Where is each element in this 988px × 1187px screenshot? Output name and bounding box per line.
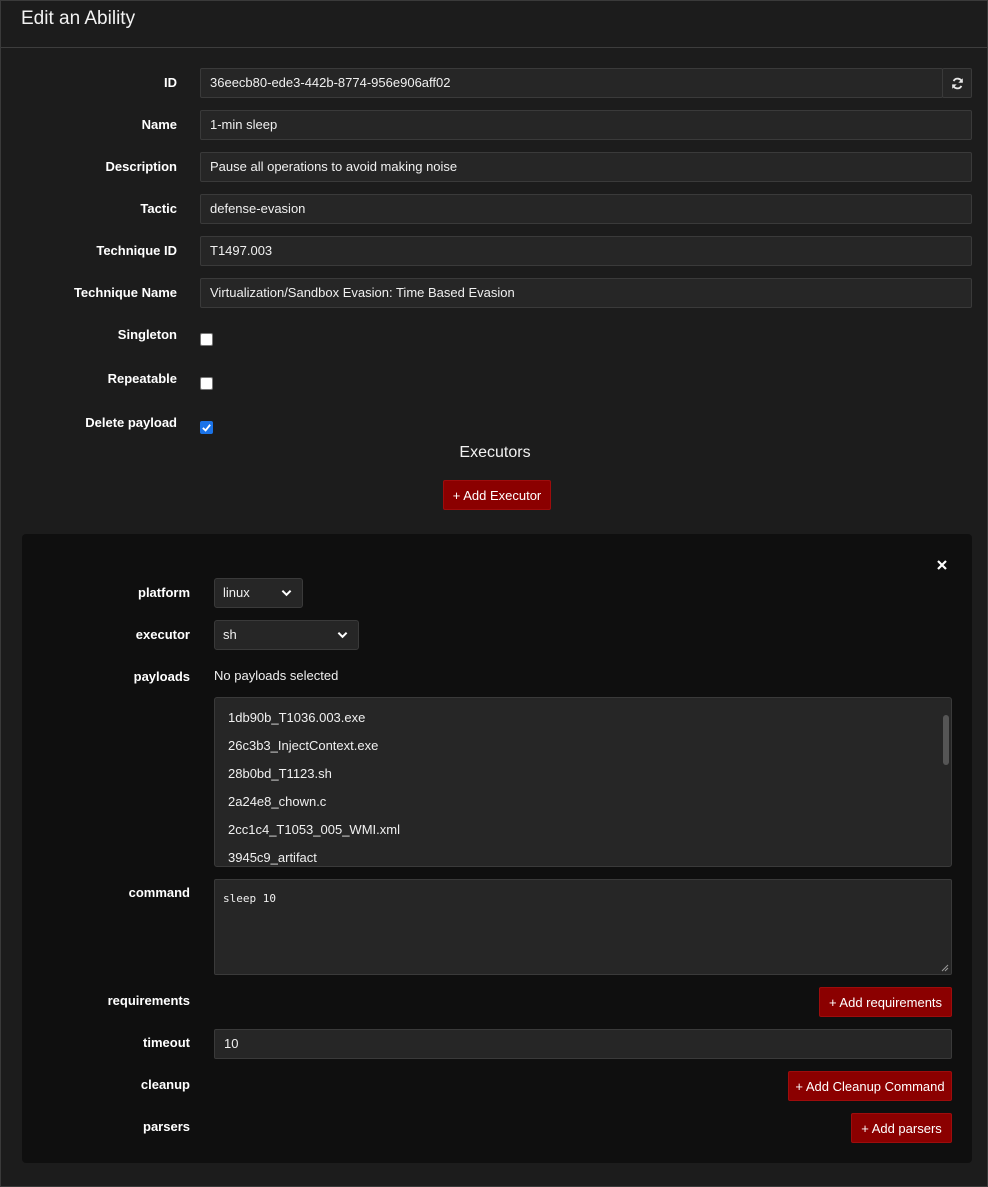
repeatable-label: Repeatable (107, 371, 177, 386)
command-label: command (128, 885, 190, 900)
repeatable-checkbox[interactable] (200, 377, 213, 390)
platform-select[interactable]: linux (214, 578, 303, 608)
payload-option[interactable]: 2a24e8_chown.c (228, 794, 326, 809)
description-field[interactable]: Pause all operations to avoid making noi… (200, 152, 972, 182)
requirements-label: requirements (107, 993, 190, 1008)
cleanup-label: cleanup (140, 1077, 190, 1092)
payload-option[interactable]: 28b0bd_T1123.sh (228, 766, 332, 781)
close-icon (937, 560, 947, 570)
add-executor-button[interactable]: + Add Executor (443, 480, 551, 510)
checkmark-icon (202, 424, 211, 432)
delete-payload-label: Delete payload (85, 415, 177, 430)
name-field[interactable]: 1-min sleep (200, 110, 972, 140)
platform-label: platform (138, 585, 190, 600)
singleton-checkbox[interactable] (200, 333, 213, 346)
regenerate-id-button[interactable] (942, 68, 972, 98)
add-cleanup-command-button[interactable]: + Add Cleanup Command (788, 1071, 952, 1101)
remove-executor-button[interactable] (935, 558, 949, 572)
platform-value: linux (223, 585, 250, 600)
chevron-down-icon (337, 631, 348, 639)
payloads-scrollbar[interactable] (943, 715, 949, 765)
executor-select[interactable]: sh (214, 620, 359, 650)
id-label: ID (164, 75, 177, 90)
id-field[interactable]: 36eecb80-ede3-442b-8774-956e906aff02 (200, 68, 943, 98)
payloads-multiselect[interactable]: 1db90b_T1036.003.exe 26c3b3_InjectContex… (214, 697, 952, 867)
executor-value: sh (223, 627, 237, 642)
modal-title: Edit an Ability (21, 8, 136, 29)
technique-id-field[interactable]: T1497.003 (200, 236, 972, 266)
timeout-field[interactable]: 10 (214, 1029, 952, 1059)
payload-option[interactable]: 1db90b_T1036.003.exe (228, 710, 365, 725)
payload-option[interactable]: 2cc1c4_T1053_005_WMI.xml (228, 822, 400, 837)
add-requirements-button[interactable]: + Add requirements (819, 987, 952, 1017)
modal-header: Edit an Ability (1, 1, 987, 48)
description-label: Description (105, 159, 177, 174)
tactic-field[interactable]: defense-evasion (200, 194, 972, 224)
technique-id-label: Technique ID (96, 243, 177, 258)
command-textarea[interactable]: sleep 10 (214, 879, 952, 975)
command-value: sleep 10 (223, 892, 276, 905)
executor-panel: platform linux executor sh payloads No p… (22, 534, 972, 1163)
add-parsers-button[interactable]: + Add parsers (851, 1113, 952, 1143)
technique-name-label: Technique Name (73, 285, 177, 300)
payload-option[interactable]: 26c3b3_InjectContext.exe (228, 738, 378, 753)
payloads-status: No payloads selected (214, 668, 339, 683)
edit-ability-modal: Edit an Ability ID 36eecb80-ede3-442b-87… (0, 0, 988, 1187)
executors-heading: Executors (459, 444, 531, 461)
payload-option[interactable]: 3945c9_artifact (228, 850, 317, 865)
chevron-down-icon (281, 589, 292, 597)
delete-payload-checkbox[interactable] (200, 421, 213, 434)
refresh-icon (951, 77, 963, 89)
name-label: Name (141, 117, 177, 132)
payloads-label: payloads (133, 669, 190, 684)
technique-name-field[interactable]: Virtualization/Sandbox Evasion: Time Bas… (200, 278, 972, 308)
singleton-label: Singleton (117, 327, 177, 342)
tactic-label: Tactic (140, 201, 177, 216)
parsers-label: parsers (143, 1119, 190, 1134)
resize-grip-icon[interactable] (941, 964, 949, 972)
executor-label: executor (135, 627, 190, 642)
timeout-label: timeout (143, 1035, 190, 1050)
